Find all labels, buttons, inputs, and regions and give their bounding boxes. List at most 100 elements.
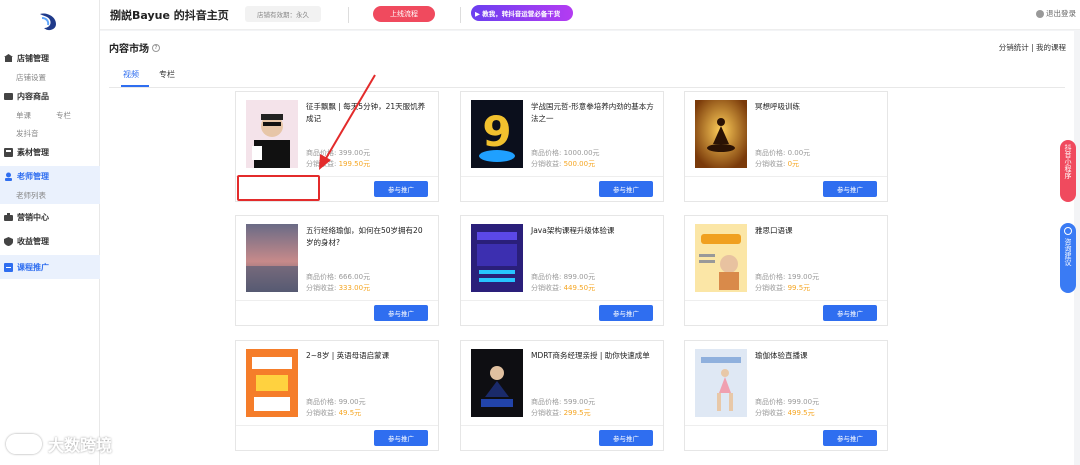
course-card[interactable]: 瑜伽体验直播课 商品价格: 999.00元 分销收益: 499.5元参与推广	[684, 340, 888, 451]
watermark-logo-icon	[6, 434, 42, 454]
card-divider	[236, 300, 438, 301]
card-divider	[685, 425, 887, 426]
sidebar-item-label: 营销中心	[17, 212, 49, 222]
join-promotion-button[interactable]: 参与推广	[599, 305, 653, 321]
course-price: 商品价格: 399.00元	[306, 148, 370, 158]
join-promotion-button[interactable]: 参与推广	[599, 430, 653, 446]
app-logo[interactable]	[36, 10, 60, 34]
help-icon[interactable]: ?	[152, 43, 160, 52]
course-card[interactable]: 9 学战国元哲-形意拳培养内劲的基本方法之一商品价格: 1000.00元 分销收益:…	[460, 91, 664, 202]
join-promotion-button[interactable]: 参与推广	[374, 430, 428, 446]
course-thumbnail[interactable]	[246, 224, 298, 292]
course-thumbnail[interactable]	[246, 349, 298, 417]
sidebar-item-course-promotion[interactable]: 课程推广	[0, 255, 100, 279]
sidebar-item-label: 素材管理	[17, 147, 49, 157]
tab-column[interactable]: 专栏	[159, 69, 175, 80]
course-card[interactable]: 雅思口语课 商品价格: 199.00元 分销收益: 99.5元 参与推广	[684, 215, 888, 326]
divider	[348, 7, 349, 23]
sidebar-sub-teacher-list[interactable]: 老师列表	[0, 186, 100, 204]
course-earning: 分销收益: 299.5元	[531, 408, 591, 418]
top-links[interactable]: 分销统计 | 我的课程	[999, 42, 1066, 53]
course-price: 商品价格: 199.00元	[755, 272, 819, 282]
course-thumbnail[interactable]	[471, 349, 523, 417]
course-card[interactable]: MDRT商务经理亲授 | 助你快速成单 商品价格: 599.00元 分销收益: 29…	[460, 340, 664, 451]
tab-bar: 视频 专栏	[109, 66, 1065, 88]
course-card[interactable]: 冥想呼吸训练 商品价格: 0.00元 分销收益: 0元 参与推广	[684, 91, 888, 202]
sidebar-item-content[interactable]: 内容商品	[0, 86, 100, 106]
earn-label: 分销收益:	[531, 409, 562, 417]
course-thumbnail[interactable]: 9	[471, 100, 523, 168]
promo-banner[interactable]: ▶ 教我，转抖音运营必备干货	[471, 5, 573, 21]
price-label: 商品价格:	[531, 273, 562, 281]
earn-label: 分销收益:	[306, 284, 337, 292]
price-label: 商品价格:	[531, 149, 562, 157]
course-price: 商品价格: 999.00元	[755, 397, 819, 407]
course-thumbnail[interactable]	[695, 100, 747, 168]
join-promotion-button[interactable]: 参与推广	[823, 305, 877, 321]
logout-button[interactable]: 退出登录	[1036, 8, 1076, 19]
price-value: 666.00元	[338, 273, 371, 281]
sidebar-item-label: 内容商品	[17, 91, 49, 101]
sidebar-item-label: 老师管理	[17, 171, 49, 181]
course-title[interactable]: 五行经络瑜伽，如何在50岁拥有20岁的身材?	[306, 225, 430, 249]
earn-value: 0元	[787, 160, 800, 168]
earn-value: 449.50元	[563, 284, 596, 292]
course-title[interactable]: 学战国元哲-形意拳培养内劲的基本方法之一	[531, 101, 655, 125]
tab-video[interactable]: 视频	[123, 69, 139, 80]
earn-label: 分销收益:	[306, 160, 337, 168]
course-thumbnail[interactable]	[471, 224, 523, 292]
price-label: 商品价格:	[755, 398, 786, 406]
course-title[interactable]: Java架构课程升级体验课	[531, 225, 655, 237]
sidebar-sub-post-douyin[interactable]: 发抖音	[0, 124, 100, 142]
join-promotion-button[interactable]: 参与推广	[823, 430, 877, 446]
earn-value: 500.00元	[563, 160, 596, 168]
course-earning: 分销收益: 449.50元	[531, 283, 595, 293]
sidebar-item-revenue[interactable]: 收益管理	[0, 231, 100, 251]
join-promotion-button[interactable]: 参与推广	[374, 305, 428, 321]
douyin-mini-program-button[interactable]: 抖音小程序	[1060, 140, 1076, 202]
course-card[interactable]: 2~8岁 | 英语母语启蒙课 商品价格: 99.00元 分销收益: 49.5元 参与推…	[235, 340, 439, 451]
earn-value: 49.5元	[338, 409, 362, 417]
sidebar-sub-column[interactable]: 专栏	[56, 110, 96, 121]
course-card[interactable]: 五行经络瑜伽，如何在50岁拥有20岁的身材? 商品价格: 666.00元 分销收益:…	[235, 215, 439, 326]
marketing-icon	[4, 212, 13, 222]
logout-label: 退出登录	[1046, 9, 1076, 18]
course-thumbnail[interactable]	[695, 349, 747, 417]
join-promotion-button[interactable]: 参与推广	[823, 181, 877, 197]
price-value: 599.00元	[563, 398, 596, 406]
consult-suggestion-button[interactable]: 咨询建议	[1060, 223, 1076, 293]
course-title[interactable]: 冥想呼吸训练	[755, 101, 879, 113]
store-icon	[4, 53, 13, 63]
headset-icon	[1064, 227, 1072, 235]
course-title[interactable]: 2~8岁 | 英语母语启蒙课	[306, 350, 430, 362]
course-price: 商品价格: 1000.00元	[531, 148, 600, 158]
join-promotion-button[interactable]: 参与推广	[374, 181, 428, 197]
sidebar-item-marketing[interactable]: 营销中心	[0, 207, 100, 227]
join-promotion-button[interactable]: 参与推广	[599, 181, 653, 197]
sidebar-sub-label: 发抖音	[16, 128, 39, 138]
sidebar-item-material[interactable]: 素材管理	[0, 142, 100, 162]
sidebar-sub-single-course[interactable]: 单课	[16, 110, 56, 121]
launch-process-button[interactable]: 上线流程	[373, 6, 435, 22]
course-card[interactable]: Java架构课程升级体验课 商品价格: 899.00元 分销收益: 449.50元参…	[460, 215, 664, 326]
course-earning: 分销收益: 500.00元	[531, 159, 595, 169]
course-title[interactable]: 瑜伽体验直播课	[755, 350, 879, 362]
sidebar-item-teacher[interactable]: 老师管理	[0, 166, 100, 186]
watermark-text: 大数跨境	[48, 436, 113, 455]
sidebar: 店铺管理 店铺设置 内容商品 单课 专栏 发抖音 素材管理 老师管理 老师列表 …	[0, 0, 100, 465]
course-price: 商品价格: 0.00元	[755, 148, 810, 158]
sidebar-sub-store-settings[interactable]: 店铺设置	[0, 68, 100, 86]
course-thumbnail[interactable]	[246, 100, 298, 168]
course-title[interactable]: 雅思口语课	[755, 225, 879, 237]
course-earning: 分销收益: 499.5元	[755, 408, 815, 418]
course-title[interactable]: 征手飘飘 | 每天5分钟，21天服饥养成记	[306, 101, 430, 125]
sidebar-sub-row: 单课 专栏	[0, 106, 100, 124]
earn-label: 分销收益:	[531, 160, 562, 168]
course-title[interactable]: MDRT商务经理亲授 | 助你快速成单	[531, 350, 655, 362]
sidebar-item-store[interactable]: 店铺管理	[0, 48, 100, 68]
course-price: 商品价格: 666.00元	[306, 272, 370, 282]
page-title-text: 内容市场	[109, 44, 149, 55]
earn-label: 分销收益:	[306, 409, 337, 417]
sidebar-sub-label: 店铺设置	[16, 72, 46, 82]
course-thumbnail[interactable]	[695, 224, 747, 292]
